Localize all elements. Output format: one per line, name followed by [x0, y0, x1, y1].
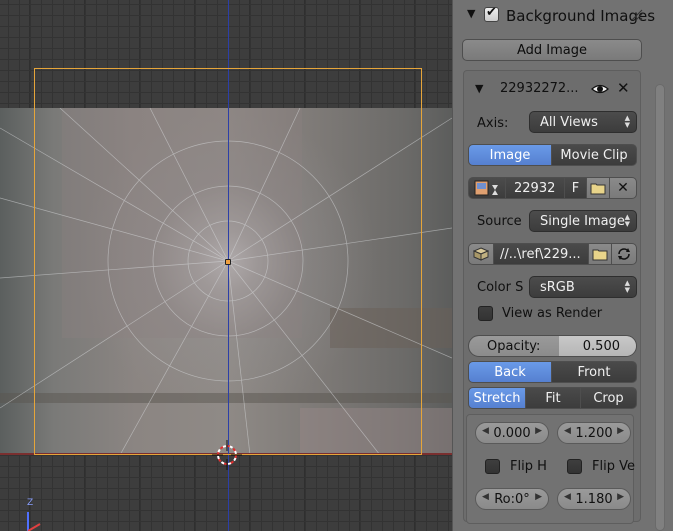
image-thumbnail-icon — [474, 180, 498, 196]
filepath-field[interactable]: //..\ref\229... — [493, 243, 589, 265]
view-as-render-label: View as Render — [502, 306, 603, 321]
tab-movie-clip[interactable]: Movie Clip — [551, 144, 637, 166]
browse-filepath-icon[interactable] — [588, 243, 612, 265]
offset-x-value: 0.000 — [493, 425, 531, 441]
size-value: 1.180 — [575, 491, 613, 507]
add-image-button[interactable]: Add Image — [462, 39, 642, 61]
opacity-label: Opacity: — [487, 339, 541, 354]
background-images-header[interactable]: ▼ ✔ Background Images — [459, 4, 655, 28]
entry-collapse-icon[interactable]: ▼ — [475, 82, 483, 95]
image-entry-name: 22932272... — [500, 81, 579, 96]
dropdown-arrows-icon: ▲ ▼ — [624, 114, 630, 129]
flip-h-label: Flip H — [510, 459, 547, 474]
offset-x-field[interactable]: ◀ 0.000 ▶ — [475, 422, 549, 444]
remove-entry-icon[interactable]: ✕ — [617, 79, 630, 97]
image-datablock-name[interactable]: 22932 — [505, 177, 565, 199]
increment-arrow-icon[interactable]: ▶ — [617, 426, 624, 436]
offset-y-value: 1.200 — [575, 425, 613, 441]
object-origin[interactable] — [225, 259, 231, 265]
unlink-image-icon[interactable]: ✕ — [609, 177, 637, 199]
opacity-value: 0.500 — [582, 339, 620, 354]
rotation-field[interactable]: ◀ Ro:0° ▶ — [475, 488, 549, 510]
open-image-folder-icon[interactable] — [586, 177, 610, 199]
decrement-arrow-icon[interactable]: ◀ — [564, 426, 571, 436]
source-dropdown[interactable]: Single Image ▲ ▼ — [529, 210, 637, 232]
packed-file-icon[interactable] — [468, 243, 494, 265]
color-space-label: Color S — [477, 280, 524, 295]
decrement-arrow-icon[interactable]: ◀ — [482, 492, 489, 502]
3d-cursor-icon[interactable] — [212, 440, 242, 470]
eye-icon[interactable] — [591, 81, 609, 97]
gizmo-z-label: Z — [27, 498, 34, 508]
rotation-value: Ro:0° — [494, 491, 530, 507]
axis-dropdown-value: All Views — [540, 114, 598, 130]
decrement-arrow-icon[interactable]: ◀ — [564, 492, 571, 502]
frame-crop-button[interactable]: Crop — [580, 387, 637, 409]
size-field[interactable]: ◀ 1.180 ▶ — [557, 488, 631, 510]
source-dropdown-value: Single Image — [540, 213, 625, 229]
offset-y-field[interactable]: ◀ 1.200 ▶ — [557, 422, 631, 444]
frame-fit-button[interactable]: Fit — [525, 387, 581, 409]
axis-gizmo: Z — [20, 496, 60, 531]
color-space-value: sRGB — [540, 279, 575, 295]
panel-scrollbar[interactable] — [655, 84, 665, 531]
flip-h-checkbox[interactable] — [485, 459, 500, 474]
frame-stretch-button[interactable]: Stretch — [468, 387, 526, 409]
image-browse-button[interactable] — [468, 177, 506, 199]
dropdown-arrows-icon: ▲ ▼ — [624, 279, 630, 294]
depth-front-button[interactable]: Front — [551, 361, 637, 383]
collapse-triangle-icon[interactable]: ▼ — [467, 7, 475, 20]
color-space-dropdown[interactable]: sRGB ▲ ▼ — [529, 276, 637, 298]
flip-v-checkbox[interactable] — [567, 459, 582, 474]
axis-dropdown[interactable]: All Views ▲ ▼ — [529, 111, 637, 133]
checkmark-icon: ✔ — [486, 5, 497, 20]
decrement-arrow-icon[interactable]: ◀ — [482, 426, 489, 436]
reload-image-icon[interactable] — [611, 243, 637, 265]
depth-back-button[interactable]: Back — [468, 361, 552, 383]
opacity-slider[interactable]: Opacity: 0.500 — [468, 335, 637, 357]
drag-handle-icon[interactable] — [631, 9, 643, 21]
background-images-checkbox[interactable]: ✔ — [484, 5, 499, 22]
axis-label: Axis: — [477, 116, 509, 131]
tab-image[interactable]: Image — [468, 144, 552, 166]
3d-viewport[interactable]: Z — [0, 0, 452, 531]
view-as-render-checkbox[interactable] — [478, 306, 493, 321]
source-label: Source — [477, 214, 522, 229]
increment-arrow-icon[interactable]: ▶ — [535, 426, 542, 436]
increment-arrow-icon[interactable]: ▶ — [617, 492, 624, 502]
flip-v-label: Flip Ve — [592, 459, 635, 474]
increment-arrow-icon[interactable]: ▶ — [535, 492, 542, 502]
properties-panel: ▼ ✔ Background Images Add Image ▼ 229322… — [452, 0, 673, 531]
fake-user-button[interactable]: F — [564, 177, 587, 199]
dropdown-arrows-icon: ▲ ▼ — [624, 213, 630, 228]
